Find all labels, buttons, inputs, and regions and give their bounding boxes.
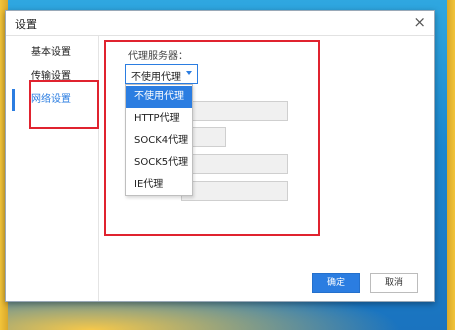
proxy-username-field[interactable]: [188, 154, 288, 174]
option-ie-proxy[interactable]: IE代理: [126, 174, 192, 196]
proxy-password-field[interactable]: [181, 181, 288, 201]
proxy-type-value: 不使用代理: [131, 72, 181, 83]
option-no-proxy[interactable]: 不使用代理: [126, 86, 192, 108]
option-sock4-proxy[interactable]: SOCK4代理: [126, 130, 192, 152]
sidebar-item-label: 基本设置: [31, 47, 71, 58]
sidebar-item-basic[interactable]: 基本设置: [6, 42, 98, 64]
proxy-type-select[interactable]: 不使用代理: [125, 64, 198, 84]
proxy-server-label: 代理服务器：: [128, 51, 188, 62]
proxy-address-field[interactable]: [188, 101, 288, 121]
option-sock5-proxy[interactable]: SOCK5代理: [126, 152, 192, 174]
title-bar: 设置 ×: [6, 11, 434, 36]
proxy-type-dropdown: 不使用代理 HTTP代理 SOCK4代理 SOCK5代理 IE代理: [125, 84, 193, 196]
confirm-button[interactable]: 确定: [312, 273, 360, 293]
cancel-button[interactable]: 取消: [370, 273, 418, 293]
proxy-port-field[interactable]: [188, 127, 226, 147]
desktop-edge-right: [447, 0, 455, 330]
dialog-title: 设置: [15, 18, 37, 31]
settings-dialog: 设置 × 基本设置 传输设置 网络设置 代理服务器： 密码: 不使用代理 不使用…: [5, 10, 435, 302]
settings-sidebar: 基本设置 传输设置 网络设置: [6, 36, 99, 301]
chevron-down-icon: [186, 71, 192, 75]
option-http-proxy[interactable]: HTTP代理: [126, 108, 192, 130]
annotation-box-sidebar: [29, 80, 99, 129]
close-icon[interactable]: ×: [413, 14, 426, 30]
